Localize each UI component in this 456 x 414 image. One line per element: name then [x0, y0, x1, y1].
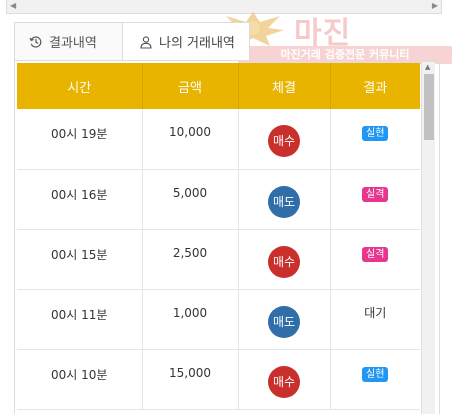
result-text: 대기	[364, 305, 387, 320]
cell-amount: 1,000	[142, 289, 239, 350]
cell-time: 00시 10분	[17, 349, 143, 410]
buy-badge: 매수	[268, 125, 300, 157]
table-row[interactable]: 00시 15분 2,500 매수 실격	[17, 229, 420, 290]
header-amount: 금액	[142, 63, 239, 109]
tab-label: 결과내역	[49, 36, 97, 51]
cell-result: 실현	[330, 349, 420, 410]
buy-badge: 매수	[268, 365, 300, 398]
cell-amount: 5,000	[142, 169, 239, 230]
tab-bar: 결과내역 나의 거래내역	[14, 22, 250, 60]
cell-result: 실격	[330, 169, 420, 230]
header-time: 시간	[17, 63, 143, 109]
watermark-logo: 마진 마진거래 검증전문 커뮤니티	[218, 6, 456, 64]
table-row[interactable]: 00시 10분 15,000 매수 실현	[17, 349, 420, 410]
cell-result: 실현	[330, 109, 420, 170]
header-trade: 체결	[238, 63, 331, 109]
cell-trade: 매수	[238, 229, 331, 290]
trades-table-panel: 시간 금액 체결 결과 00시 19분 10,000 매수 실현 00시 16분…	[14, 60, 440, 414]
result-badge: 실격	[362, 186, 389, 202]
cell-time: 00시 11분	[17, 289, 143, 350]
tab-my-trades[interactable]: 나의 거래내역	[122, 22, 250, 60]
table-row[interactable]: 00시 16분 5,000 매도 실격	[17, 169, 420, 230]
cell-time: 00시 19분	[17, 109, 143, 170]
scroll-left-arrow-icon[interactable]: ◀	[10, 2, 16, 10]
sell-badge: 매도	[268, 185, 300, 218]
table-row[interactable]: 00시 11분 1,000 매도 대기	[17, 289, 420, 350]
cell-result: 실격	[330, 229, 420, 290]
cell-trade: 매수	[238, 109, 331, 170]
cell-trade: 매수	[238, 349, 331, 410]
result-badge: 실현	[362, 126, 389, 141]
cell-amount: 2,500	[142, 229, 239, 290]
table-header-row: 시간 금액 체결 결과	[17, 63, 420, 109]
table-row[interactable]: 00시 19분 10,000 매수 실현	[17, 109, 420, 170]
scroll-up-arrow-icon[interactable]: ▲	[425, 64, 430, 71]
cell-result: 대기	[330, 289, 420, 350]
cell-time: 00시 15분	[17, 229, 143, 290]
result-badge: 실격	[362, 246, 389, 262]
watermark-brand: 마진	[294, 16, 352, 51]
result-badge: 실현	[362, 366, 389, 382]
vertical-scrollbar[interactable]: ▲	[421, 62, 435, 414]
trades-table: 시간 금액 체결 결과 00시 19분 10,000 매수 실현 00시 16분…	[17, 63, 420, 410]
history-icon	[29, 35, 42, 48]
buy-badge: 매수	[268, 245, 300, 278]
scroll-right-arrow-icon[interactable]: ▶	[432, 2, 438, 10]
cell-trade: 매도	[238, 169, 331, 230]
cell-amount: 15,000	[142, 349, 239, 410]
cell-amount: 10,000	[142, 109, 239, 170]
cell-trade: 매도	[238, 289, 331, 350]
header-result: 결과	[330, 63, 420, 109]
scrollbar-thumb[interactable]	[424, 74, 434, 140]
horizontal-scrollbar[interactable]: ◀ ▶	[6, 0, 442, 14]
sell-badge: 매도	[268, 305, 300, 338]
tab-results-history[interactable]: 결과내역	[14, 22, 122, 60]
user-icon	[140, 35, 152, 49]
cell-time: 00시 16분	[17, 169, 143, 230]
tab-label: 나의 거래내역	[159, 36, 235, 51]
